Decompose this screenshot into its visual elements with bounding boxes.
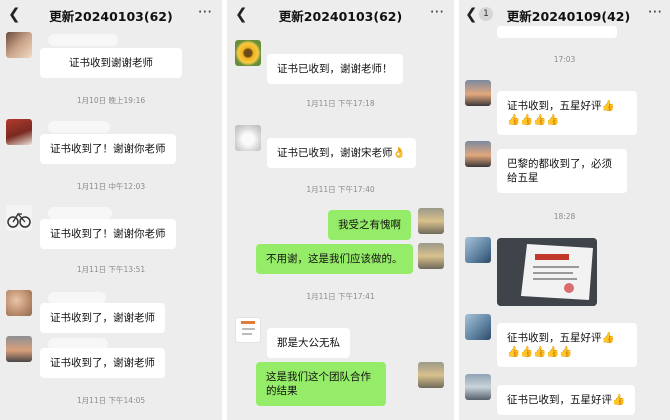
document-icon — [241, 321, 255, 335]
message-bubble[interactable]: 证书收到了，谢谢老师 — [40, 303, 165, 333]
message-bubble[interactable]: 这是我们这个团队合作的结果 — [256, 362, 386, 406]
thumbs-up-emoji: 👍 — [507, 114, 521, 126]
avatar[interactable] — [418, 362, 444, 388]
timestamp: 1月10日 晚上19:16 — [76, 96, 146, 105]
message-text: 证书收到，五星好评 — [507, 100, 602, 112]
timestamp: 1月11日 下午17:18 — [306, 99, 375, 108]
message-text: 征书收到，五星好评 — [507, 332, 602, 344]
avatar[interactable] — [465, 237, 491, 263]
thumbs-up-emoji: 👍 — [546, 346, 560, 358]
message-bubble[interactable]: 我受之有愧啊 — [328, 210, 411, 240]
chat-header: ❮ 更新20240103(62) ··· — [0, 0, 222, 30]
timestamp: 1月11日 下午17:41 — [306, 292, 375, 301]
chat-title: 更新20240109(42) — [506, 9, 631, 24]
timestamp: 1月11日 下午14:05 — [76, 396, 146, 405]
chat-window-1: ❮ 更新20240103(62) ··· 证书收到谢谢老师 1月10日 晚上19… — [0, 0, 222, 420]
message-bubble[interactable]: 那是大公无私 — [267, 328, 350, 358]
avatar[interactable] — [235, 40, 261, 66]
chat-window-2: ❮ 更新20240103(62) ··· 证书已收到，谢谢老师！ 1月11日 下… — [227, 0, 454, 420]
sender-name — [48, 121, 110, 133]
image-message[interactable] — [497, 238, 597, 306]
message-bubble[interactable]: 证书收到，五星好评👍👍👍👍👍 — [497, 91, 637, 135]
certificate-photo — [497, 238, 597, 306]
chat-title: 更新20240103(62) — [49, 9, 173, 24]
avatar[interactable] — [465, 141, 491, 167]
more-icon[interactable]: ··· — [648, 3, 662, 21]
message-bubble[interactable]: 征书收到，五星好评👍👍👍👍👍👍 — [497, 323, 637, 367]
message-bubble[interactable]: 证书收到了，谢谢老师 — [40, 348, 165, 378]
timestamp: 1月11日 中午12:03 — [76, 182, 146, 191]
avatar[interactable] — [6, 205, 32, 231]
message-bubble[interactable]: 征书已收到，五星好评👍 — [497, 385, 636, 415]
thumbs-up-emoji: 👍 — [546, 114, 560, 126]
thumbs-up-emoji: 👍 — [559, 346, 573, 358]
message-bubble[interactable]: 证书已收到，谢谢老师！ — [267, 54, 403, 84]
thumbs-up-emoji: 👍 — [601, 100, 615, 112]
message-text: 证书已收到，谢谢宋老师 — [277, 147, 393, 159]
message-text: 征书已收到，五星好评 — [507, 394, 612, 406]
chat-header: ❮ 更新20240103(62) ··· — [227, 0, 454, 30]
timestamp: 1月11日 下午17:40 — [306, 185, 375, 194]
message-bubble[interactable]: 巴黎的都收到了，必须给五星 — [497, 149, 627, 193]
avatar[interactable] — [6, 336, 32, 362]
thumbs-up-emoji: 👍 — [601, 332, 615, 344]
avatar[interactable] — [418, 208, 444, 234]
chat-title: 更新20240103(62) — [278, 9, 403, 24]
thumbs-up-emoji: 👍 — [520, 346, 534, 358]
thumbs-up-emoji: 👍 — [533, 114, 547, 126]
thumbs-up-emoji: 👍 — [533, 346, 547, 358]
thumbs-up-emoji: 👍 — [612, 394, 626, 406]
avatar[interactable] — [465, 80, 491, 106]
avatar[interactable] — [465, 314, 491, 340]
avatar[interactable] — [235, 317, 261, 343]
avatar[interactable] — [465, 374, 491, 400]
timestamp: 17:03 — [553, 55, 576, 64]
bicycle-icon — [7, 212, 31, 228]
more-icon[interactable]: ··· — [198, 3, 212, 21]
message-bubble[interactable]: 不用谢，这是我们应该做的。 — [256, 244, 413, 274]
message-bubble[interactable]: 证书收到谢谢老师 — [40, 48, 182, 78]
avatar[interactable] — [6, 119, 32, 145]
sender-name — [48, 34, 118, 46]
more-icon[interactable]: ··· — [430, 3, 444, 21]
message-bubble[interactable] — [497, 26, 617, 38]
message-bubble[interactable]: 证书已收到，谢谢宋老师👌 — [267, 138, 416, 168]
avatar[interactable] — [418, 243, 444, 269]
sender-name — [48, 207, 112, 219]
thumbs-up-emoji: 👍 — [520, 114, 534, 126]
thumbs-up-emoji: 👍 — [507, 346, 521, 358]
timestamp: 1月11日 下午13:51 — [76, 265, 146, 274]
avatar[interactable] — [6, 32, 32, 58]
avatar[interactable] — [235, 125, 261, 151]
avatar[interactable] — [6, 290, 32, 316]
message-bubble[interactable]: 证书收到了！谢谢你老师 — [40, 134, 176, 164]
ok-hand-emoji: 👌 — [392, 147, 406, 159]
chat-window-3: ❮ 1 更新20240109(42) ··· 17:03 证书收到，五星好评👍👍… — [459, 0, 670, 420]
timestamp: 18:28 — [553, 212, 576, 221]
message-bubble[interactable]: 证书收到了！谢谢你老师 — [40, 219, 176, 249]
